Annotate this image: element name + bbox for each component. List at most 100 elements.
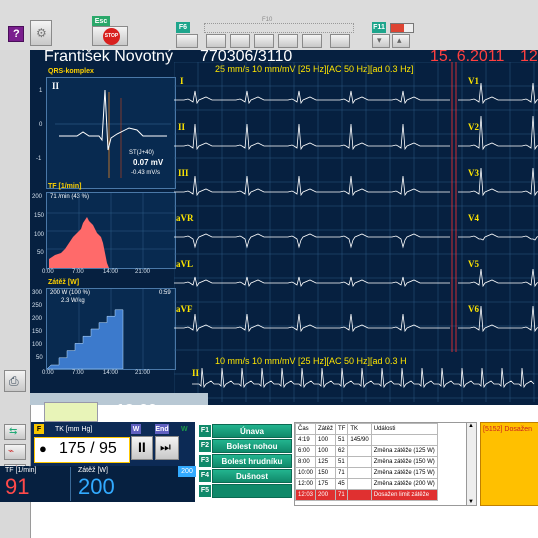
bp-input[interactable]: ● 175 / 95: [34, 437, 130, 463]
event-col-header: TF: [335, 423, 349, 435]
symptom-fkey-5: F5: [199, 485, 211, 497]
stop-icon: STOP: [103, 28, 120, 45]
view-button-5[interactable]: [302, 34, 322, 48]
view-button-6[interactable]: [330, 34, 350, 48]
ecg-12-lead-area: [174, 62, 538, 402]
arrow-down-icon: ▾: [377, 35, 382, 45]
load-trend-chart: [47, 289, 144, 369]
lead-label-i: I: [180, 76, 184, 86]
qrs-ytick-0: 0: [39, 122, 43, 128]
hr-ytick-100: 100: [34, 232, 45, 238]
view-button-1[interactable]: [206, 34, 226, 48]
event-cell: [347, 467, 372, 479]
qrs-st-value: 0.07 mV: [133, 158, 164, 167]
drop-icon: ●: [39, 441, 47, 456]
bp-fkey: F: [34, 424, 44, 434]
event-cell: 150: [315, 467, 337, 479]
hr-ytick-50: 50: [37, 250, 44, 256]
rhythm-lead-label: II: [192, 368, 200, 378]
event-cell: 71: [335, 489, 349, 501]
qrs-ytick-1: 1: [39, 88, 43, 94]
patient-button[interactable]: ?: [8, 26, 24, 42]
lead-label-avr: aVR: [176, 213, 194, 223]
next-button[interactable]: ⏭︎: [155, 436, 179, 460]
pause-fkey: W: [131, 424, 141, 434]
load-trend-panel: 200 W (100 %) 0:59 2.3 W/kg: [46, 288, 176, 370]
lead-label-avf: aVF: [176, 304, 193, 314]
skip-forward-icon: ⏭︎: [160, 440, 171, 454]
lead-label-iii: III: [178, 168, 189, 178]
event-cell: [347, 478, 372, 490]
pause-icon: II: [138, 439, 146, 455]
stop-button[interactable]: STOP: [92, 26, 128, 46]
event-cell: 10:00: [295, 467, 317, 479]
limb-lead-trace: [174, 313, 450, 333]
event-row[interactable]: 8:00 125 51 Změna zátěže (150 W): [295, 456, 438, 468]
event-row[interactable]: 6:00 100 62 Změna zátěže (125 W): [295, 445, 438, 457]
toolbar: ? ⚙ Esc STOP F6 F10 F11 ▾ ▴: [0, 0, 538, 51]
treadmill-button[interactable]: ⌁: [4, 444, 26, 460]
symptom-fkey-2: F2: [199, 440, 211, 452]
event-cell: 51: [335, 456, 349, 468]
load-level-indicator: 200: [178, 466, 196, 477]
export-button[interactable]: ⇆: [4, 424, 26, 440]
view-button-3[interactable]: [254, 34, 274, 48]
symptom-fkey-4: F4: [199, 470, 211, 482]
settings-button[interactable]: ⚙: [30, 20, 52, 46]
print-icon: ⎙: [9, 374, 19, 388]
arrow-up-icon: ▴: [397, 35, 402, 45]
event-row[interactable]: 12:03 200 71 Dosažen limit zátěže: [295, 489, 438, 501]
ecg-settings-bottom: 10 mm/s 10 mm/mV [25 Hz][AC 50 Hz][ad 0.…: [215, 356, 407, 366]
event-cell: 8:00: [295, 456, 317, 468]
pause-button[interactable]: II: [131, 436, 153, 460]
scroll-up-arrow-icon: ▲: [468, 423, 474, 429]
f6-key: F6: [176, 22, 190, 33]
load-panel-title: Zátěž [W]: [48, 279, 80, 286]
view-button-4[interactable]: [278, 34, 298, 48]
symptom-button-5[interactable]: [212, 484, 292, 498]
timer-progress: [44, 402, 98, 422]
hr-xtick-21: 21:00: [135, 269, 151, 275]
lead-label-ii: II: [178, 122, 186, 132]
load-xtick-14: 14:00: [103, 370, 119, 376]
event-log[interactable]: Čas Zátěž TF TK Události 4:19 100 51 145/90 6:00…: [294, 422, 468, 506]
scroll-up-button[interactable]: ▴: [392, 34, 410, 48]
alert-box: [5152] Dosažen: [480, 422, 538, 506]
alert-text: [5152] Dosažen: [483, 426, 533, 433]
symptom-button-1[interactable]: Únava: [212, 424, 292, 438]
treadmill-icon: ⌁: [8, 446, 15, 457]
symptom-button-2[interactable]: Bolest nohou: [212, 439, 292, 453]
chest-lead-trace: [458, 233, 538, 241]
bp-label: TK [mm Hg]: [55, 426, 93, 433]
load-value: 200: [78, 474, 115, 499]
vitals-divider: [70, 467, 71, 501]
load-xtick-21: 21:00: [135, 370, 151, 376]
scroll-down-button[interactable]: ▾: [372, 34, 390, 48]
record-button[interactable]: [176, 34, 198, 48]
event-row[interactable]: 12:00 175 45 Změna zátěže (200 W): [295, 478, 438, 490]
limb-lead-trace: [174, 233, 450, 249]
event-cell: [370, 434, 438, 446]
load-ytick-200: 200: [32, 316, 43, 322]
symptom-button-3[interactable]: Bolest hrudníku: [212, 454, 292, 468]
event-table: Čas Zátěž TF TK Události 4:19 100 51 145/90 6:00…: [295, 423, 438, 501]
hr-xtick-7: 7:00: [72, 269, 84, 275]
hr-trend-chart: [47, 193, 175, 268]
view-button-2[interactable]: [230, 34, 250, 48]
event-cell: 145/90: [347, 434, 372, 446]
event-cell: 62: [335, 445, 349, 457]
print-button[interactable]: ⎙: [4, 370, 26, 392]
event-log-scrollbar[interactable]: ▲ ▼: [466, 422, 477, 506]
event-cell: 200: [315, 489, 337, 501]
lead-label-avl: aVL: [176, 259, 194, 269]
event-row[interactable]: 4:19 100 51 145/90: [295, 434, 438, 446]
event-row[interactable]: 10:00 150 71 Změna zátěže (175 W): [295, 467, 438, 479]
chest-lead-trace: [458, 115, 538, 151]
lead-label-v1: V1: [468, 76, 479, 86]
event-cell: 100: [315, 434, 337, 446]
load-ytick-50: 50: [36, 355, 43, 361]
symptom-button-4[interactable]: Dušnost: [212, 469, 292, 483]
load-ytick-250: 250: [32, 303, 43, 309]
event-col-header: Zátěž: [315, 423, 337, 435]
lead-label-v4: V4: [468, 213, 479, 223]
